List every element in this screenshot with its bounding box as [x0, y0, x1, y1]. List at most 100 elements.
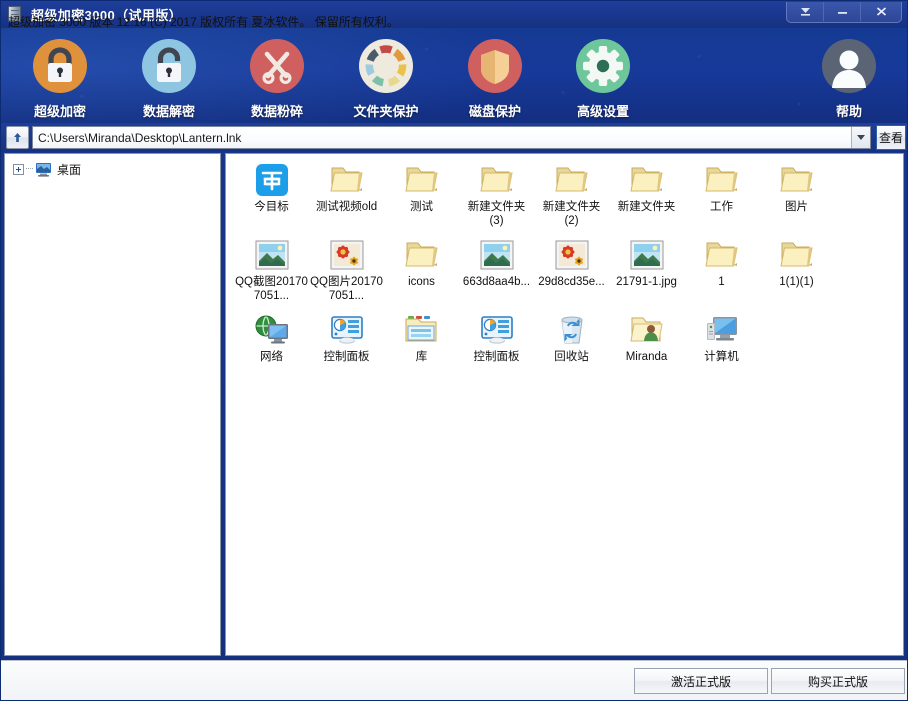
image-flower-icon [309, 235, 384, 275]
toolbar-label-encrypt: 超级加密 [6, 101, 114, 120]
file-item[interactable]: 控制面板 [459, 310, 534, 378]
computer-icon [684, 310, 759, 350]
file-item[interactable]: 测试 [384, 160, 459, 228]
window-controls [786, 2, 902, 23]
close-button[interactable] [861, 2, 901, 21]
image-flower-icon [534, 235, 609, 275]
folder-icon [609, 160, 684, 200]
folder-icon [684, 235, 759, 275]
file-item-label: 库 [384, 350, 459, 364]
control-panel-icon [309, 310, 384, 350]
file-item[interactable]: 1 [684, 235, 759, 303]
expand-plus-icon[interactable] [13, 164, 24, 175]
toolbar-label-advanced-settings: 高级设置 [549, 101, 657, 120]
tree-node-label: 桌面 [57, 161, 81, 178]
file-item-label: 计算机 [684, 350, 759, 364]
folder-icon [309, 160, 384, 200]
file-item[interactable]: 回收站 [534, 310, 609, 378]
file-list-pane[interactable]: 今目标测试视频old测试新建文件夹 (3)新建文件夹 (2)新建文件夹工作图片 Q… [225, 153, 904, 656]
file-item-label: 工作 [684, 200, 759, 214]
file-item[interactable]: 测试视频old [309, 160, 384, 228]
library-icon [384, 310, 459, 350]
status-copyright-text: 超级加密 3000 版本 12.16 (C) 2017 版权所有 夏冰软件。 保… [8, 13, 399, 30]
toolbar-item-shred[interactable]: 数据粉碎 [223, 38, 331, 120]
file-item-label: 1 [684, 275, 759, 289]
file-item-label: 29d8cd35e... [534, 275, 609, 289]
file-item[interactable]: 工作 [684, 160, 759, 228]
file-item[interactable]: 网络 [234, 310, 309, 378]
toolbar-label-shred: 数据粉碎 [223, 101, 331, 120]
file-item[interactable]: 库 [384, 310, 459, 378]
file-item-label: 测试视频old [309, 200, 384, 214]
file-item[interactable]: 1(1)(1) [759, 235, 834, 303]
file-item[interactable]: Miranda [609, 310, 684, 378]
file-item-label: 新建文件夹 (3) [459, 200, 534, 228]
file-item[interactable]: 新建文件夹 (2) [534, 160, 609, 228]
address-dropdown-arrow[interactable] [851, 127, 870, 148]
image-photo-icon [234, 235, 309, 275]
folder-icon [384, 235, 459, 275]
buy-full-version-button[interactable]: 购买正式版 [771, 668, 905, 694]
file-item[interactable]: 29d8cd35e... [534, 235, 609, 303]
toolbar-item-encrypt[interactable]: 超级加密 [6, 38, 114, 120]
toolbar-item-decrypt[interactable]: 数据解密 [115, 38, 223, 120]
image-photo-icon [609, 235, 684, 275]
file-item-label: 控制面板 [309, 350, 384, 364]
file-item-label: 新建文件夹 [609, 200, 684, 214]
address-path-text[interactable]: C:\Users\Miranda\Desktop\Lantern.lnk [33, 131, 851, 145]
scissors-icon [249, 38, 305, 94]
file-item[interactable]: 计算机 [684, 310, 759, 378]
up-one-level-button[interactable] [6, 126, 29, 149]
folder-icon [459, 160, 534, 200]
toolbar-item-disk-protect[interactable]: 磁盘保护 [441, 38, 549, 120]
file-item-label: QQ截图201707051... [234, 275, 309, 303]
toolbar-item-help[interactable]: 帮助 [795, 38, 903, 120]
file-item-label: 今目标 [234, 200, 309, 214]
activate-full-version-button[interactable]: 激活正式版 [634, 668, 768, 694]
file-item-label: 663d8aa4b... [459, 275, 534, 289]
lock-closed-icon [32, 38, 88, 94]
view-button[interactable]: 查看 [876, 125, 906, 150]
toolbar-item-folder-protect[interactable]: 文件夹保护 [332, 38, 440, 120]
file-item-label: QQ图片201707051... [309, 275, 384, 303]
file-item-label: 1(1)(1) [759, 275, 834, 289]
file-item[interactable]: icons [384, 235, 459, 303]
file-item-label: 控制面板 [459, 350, 534, 364]
network-icon [234, 310, 309, 350]
file-item[interactable]: 21791-1.jpg [609, 235, 684, 303]
file-item[interactable]: QQ图片201707051... [309, 235, 384, 303]
address-input-wrapper[interactable]: C:\Users\Miranda\Desktop\Lantern.lnk [32, 126, 871, 149]
file-item[interactable]: 新建文件夹 [609, 160, 684, 228]
file-grid: 今目标测试视频old测试新建文件夹 (3)新建文件夹 (2)新建文件夹工作图片 Q… [226, 154, 903, 385]
file-item-label: 图片 [759, 200, 834, 214]
address-bar-row: C:\Users\Miranda\Desktop\Lantern.lnk 查看 [0, 123, 908, 152]
file-item[interactable]: 图片 [759, 160, 834, 228]
tree-node-desktop[interactable]: 桌面 [13, 160, 220, 178]
file-item[interactable]: 663d8aa4b... [459, 235, 534, 303]
shield-icon [467, 38, 523, 94]
toolbar-label-help: 帮助 [795, 101, 903, 120]
color-wheel-icon [358, 38, 414, 94]
minimize-button[interactable] [824, 2, 861, 21]
file-item-label: icons [384, 275, 459, 289]
file-item[interactable]: 今目标 [234, 160, 309, 228]
toolbar-label-folder-protect: 文件夹保护 [332, 101, 440, 120]
file-item[interactable]: QQ截图201707051... [234, 235, 309, 303]
app-jinmubiao-icon [234, 160, 309, 200]
file-item[interactable]: 控制面板 [309, 310, 384, 378]
tree-connector [26, 168, 33, 170]
folder-icon [534, 160, 609, 200]
folder-icon [759, 235, 834, 275]
folder-tree-pane[interactable]: 桌面 [4, 153, 221, 656]
application-window: 超级加密3000（试用版） [0, 0, 908, 701]
user-folder-icon [609, 310, 684, 350]
image-photo-icon [459, 235, 534, 275]
folder-icon [759, 160, 834, 200]
minimize-to-tray-button[interactable] [787, 2, 824, 21]
folder-icon [684, 160, 759, 200]
file-item-label: 新建文件夹 (2) [534, 200, 609, 228]
file-item-label: Miranda [609, 350, 684, 364]
toolbar-item-advanced-settings[interactable]: 高级设置 [549, 38, 657, 120]
file-item[interactable]: 新建文件夹 (3) [459, 160, 534, 228]
file-item-label: 网络 [234, 350, 309, 364]
